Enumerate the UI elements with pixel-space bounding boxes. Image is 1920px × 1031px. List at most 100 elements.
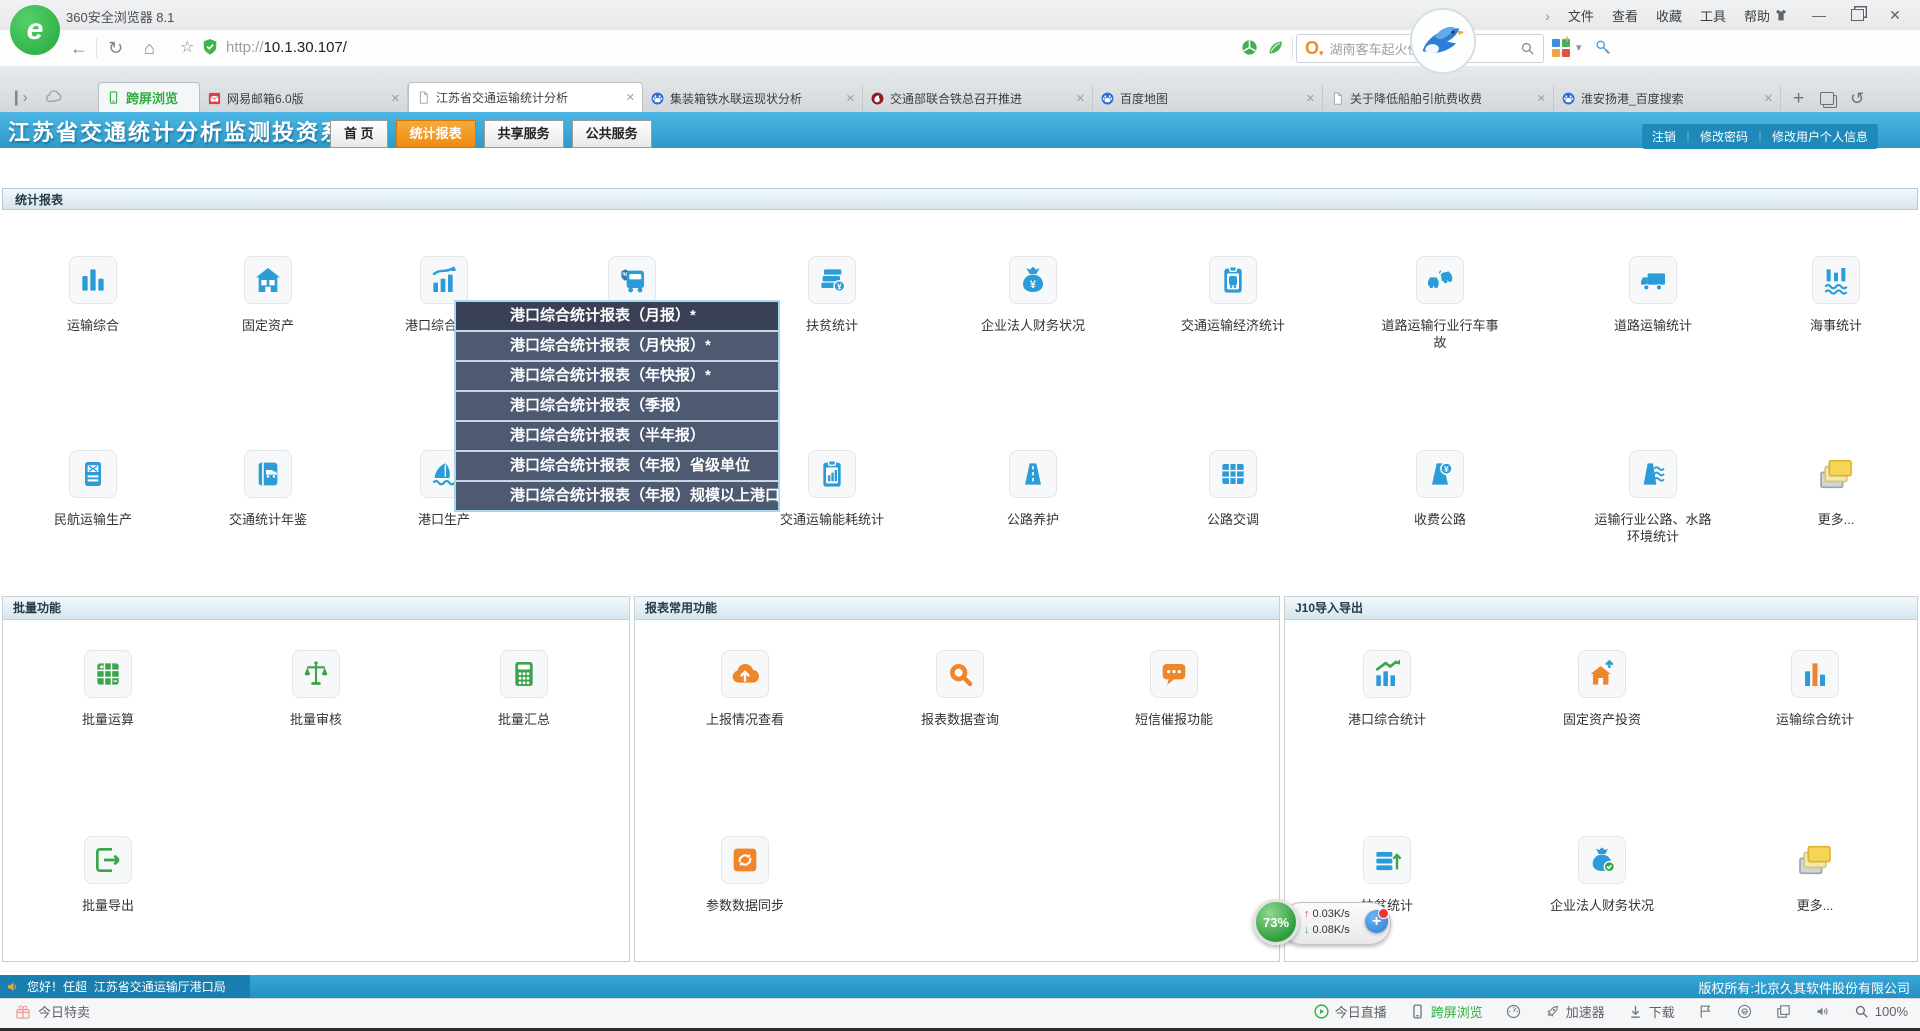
- app-grid-icon[interactable]: +: [1552, 39, 1570, 57]
- tab-close-icon[interactable]: ✕: [1537, 92, 1546, 105]
- nav-shared-services[interactable]: 共享服务: [484, 120, 564, 148]
- speed-mode-leaf-icon[interactable]: [1266, 38, 1285, 57]
- network-speed-widget[interactable]: ↑0.03K/s ↓0.08K/s + 73%: [1253, 898, 1403, 948]
- speed-percent-ball[interactable]: 73%: [1253, 899, 1299, 945]
- safe-site-shield-icon[interactable]: [200, 37, 220, 57]
- report-item[interactable]: 运输综合: [18, 256, 168, 334]
- taskbar-window[interactable]: [1775, 1003, 1792, 1020]
- browser-tab-5[interactable]: 百度地图✕: [1093, 85, 1323, 112]
- browser-logo-icon[interactable]: e: [10, 5, 60, 55]
- report-item[interactable]: 交通运输经济统计: [1158, 256, 1308, 334]
- tab-close-icon[interactable]: ✕: [391, 92, 400, 105]
- reload-button[interactable]: ↻: [108, 38, 123, 58]
- extensions-chevron-icon[interactable]: ▾: [1576, 41, 1582, 54]
- common-item[interactable]: 上报情况查看: [660, 650, 830, 728]
- maximize-button[interactable]: [1838, 1, 1876, 29]
- report-item[interactable]: 海事统计: [1761, 256, 1911, 334]
- j10-item[interactable]: 更多...: [1730, 836, 1900, 914]
- port-menu-item-3[interactable]: 港口综合统计报表（季报）: [456, 392, 778, 422]
- report-item[interactable]: 民航运输生产: [18, 450, 168, 528]
- j10-item[interactable]: 企业法人财务状况: [1517, 836, 1687, 914]
- nav-home[interactable]: 首 页: [330, 120, 388, 148]
- common-item[interactable]: 短信催报功能: [1089, 650, 1259, 728]
- user-link-0[interactable]: 注销: [1652, 130, 1676, 144]
- tab-close-icon[interactable]: ✕: [1306, 92, 1315, 105]
- speed-plus-button[interactable]: +: [1365, 910, 1388, 933]
- report-item[interactable]: ¥收费公路: [1365, 450, 1515, 528]
- minimize-button[interactable]: —: [1800, 1, 1838, 29]
- tab-close-icon[interactable]: ✕: [626, 91, 635, 104]
- close-button[interactable]: ✕: [1876, 1, 1914, 29]
- j10-item[interactable]: 运输综合统计: [1730, 650, 1900, 728]
- batch-item[interactable]: 批量汇总: [439, 650, 609, 728]
- url-field[interactable]: http://10.1.30.107/: [226, 39, 347, 56]
- report-item[interactable]: 交通统计年鉴: [193, 450, 343, 528]
- reopen-closed-tab-icon[interactable]: ↺: [1850, 89, 1864, 109]
- report-item[interactable]: 道路运输统计: [1578, 256, 1728, 334]
- skin-button[interactable]: [1762, 1, 1800, 29]
- taskbar-e-compat[interactable]: [1736, 1003, 1753, 1020]
- port-menu-item-0[interactable]: 港口综合统计报表（月报）*: [456, 302, 778, 332]
- taskbar-zoom-glass[interactable]: 100%: [1853, 1003, 1908, 1020]
- browser-tab-4[interactable]: 交通部联合铁总召开推进✕: [863, 85, 1093, 112]
- report-item[interactable]: 公路交调: [1158, 450, 1308, 528]
- tab-list-expander-icon[interactable]: ❙›: [10, 88, 28, 106]
- report-item-label: 公路交调: [1158, 511, 1308, 528]
- menu-expand-icon[interactable]: ›: [1545, 8, 1550, 24]
- browser-menu-0[interactable]: 文件: [1568, 6, 1594, 25]
- browser-tab-7[interactable]: 淮安扬港_百度搜索✕: [1554, 85, 1781, 112]
- browser-tab-6[interactable]: 关于降低船舶引航费收费✕: [1323, 85, 1554, 112]
- cloud-sync-icon[interactable]: [44, 87, 64, 107]
- nav-reports[interactable]: 统计报表: [396, 120, 476, 148]
- taskbar-rocket[interactable]: 加速器: [1544, 1002, 1605, 1021]
- port-menu-item-6[interactable]: 港口综合统计报表（年报）规模以上港口: [456, 482, 778, 510]
- browser-tab-2[interactable]: 江苏省交通运输统计分析✕: [408, 82, 643, 112]
- common-item[interactable]: 报表数据查询: [875, 650, 1045, 728]
- taskbar-speaker[interactable]: [1814, 1003, 1831, 1020]
- password-key-icon[interactable]: [1594, 38, 1613, 57]
- batch-item[interactable]: 批量运算: [23, 650, 193, 728]
- report-item[interactable]: ¥企业法人财务状况: [958, 256, 1108, 334]
- common-item[interactable]: 参数数据同步: [660, 836, 830, 914]
- nav-public-services[interactable]: 公共服务: [572, 120, 652, 148]
- batch-item[interactable]: 批量审核: [231, 650, 401, 728]
- report-item[interactable]: 运输行业公路、水路 环境统计: [1578, 450, 1728, 545]
- browser-tab-3[interactable]: 集装箱铁水联运现状分析✕: [643, 85, 863, 112]
- report-item[interactable]: 道路运输行业行车事 故: [1365, 256, 1515, 351]
- browser-menu-2[interactable]: 收藏: [1656, 6, 1682, 25]
- user-link-1[interactable]: 修改密码: [1700, 130, 1748, 144]
- home-button[interactable]: ⌂: [144, 38, 155, 58]
- site-nav: 首 页统计报表共享服务公共服务: [330, 120, 652, 148]
- report-item[interactable]: 固定资产: [193, 256, 343, 334]
- j10-item[interactable]: 固定资产投资: [1517, 650, 1687, 728]
- browser-menu-3[interactable]: 工具: [1700, 6, 1726, 25]
- tab-close-icon[interactable]: ✕: [1076, 92, 1085, 105]
- recent-tabs-icon[interactable]: [1820, 92, 1834, 105]
- j10-item[interactable]: 港口综合统计: [1302, 650, 1472, 728]
- browser-menu-1[interactable]: 查看: [1612, 6, 1638, 25]
- favorite-star-button[interactable]: ☆: [180, 38, 194, 58]
- tab-close-icon[interactable]: ✕: [846, 92, 855, 105]
- port-menu-item-4[interactable]: 港口综合统计报表（半年报）: [456, 422, 778, 452]
- taskbar-down-arrow[interactable]: 下载: [1627, 1002, 1675, 1021]
- new-tab-button[interactable]: +: [1793, 88, 1804, 110]
- taskbar-flag[interactable]: [1697, 1003, 1714, 1020]
- port-menu-item-5[interactable]: 港口综合统计报表（年报）省级单位: [456, 452, 778, 482]
- user-link-2[interactable]: 修改用户个人信息: [1772, 130, 1868, 144]
- browser-menubar: › 文件查看收藏工具帮助: [1545, 6, 1770, 25]
- taskbar-phone-gray[interactable]: 跨屏浏览: [1409, 1002, 1483, 1021]
- port-menu-item-1[interactable]: 港口综合统计报表（月快报）*: [456, 332, 778, 362]
- tab-close-icon[interactable]: ✕: [1764, 92, 1773, 105]
- taskbar-play[interactable]: 今日直播: [1313, 1002, 1387, 1021]
- report-item[interactable]: 公路养护: [958, 450, 1108, 528]
- search-magnifier-icon[interactable]: [1519, 40, 1536, 57]
- back-button[interactable]: ←: [70, 38, 88, 58]
- report-item[interactable]: 更多...: [1761, 450, 1911, 528]
- browser-tab-1[interactable]: 网易邮箱6.0版✕: [200, 85, 408, 112]
- port-menu-item-2[interactable]: 港口综合统计报表（年快报）*: [456, 362, 778, 392]
- screenshot-aperture-icon[interactable]: [1240, 38, 1259, 57]
- batch-item[interactable]: 批量导出: [23, 836, 193, 914]
- daily-deals-button[interactable]: 今日特卖: [14, 1002, 90, 1021]
- browser-tab-0[interactable]: 跨屏浏览: [98, 82, 200, 112]
- taskbar-speed-meter[interactable]: [1505, 1003, 1522, 1020]
